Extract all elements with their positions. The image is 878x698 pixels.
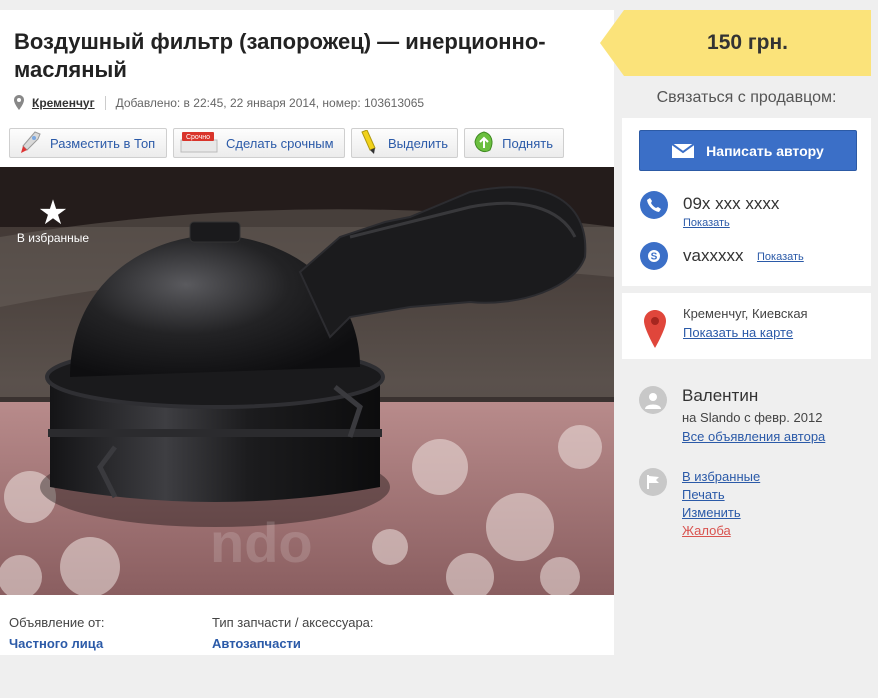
star-icon: ★ xyxy=(37,194,69,232)
price-tag: 150 грн. xyxy=(600,10,871,76)
seller-since: на Slando с февр. 2012 xyxy=(682,410,823,425)
added-info: Добавлено: в 22:45, 22 января 2014, номе… xyxy=(115,95,425,110)
promo-toolbar: Разместить в Топ Срочно Сделать срочным … xyxy=(9,128,564,158)
highlight-button[interactable]: Выделить xyxy=(351,128,458,158)
seller-name: Валентин xyxy=(682,386,759,405)
envelope-icon xyxy=(672,143,695,158)
param-label: Объявление от: xyxy=(9,615,105,630)
location-pin-icon xyxy=(14,95,24,110)
svg-text:S: S xyxy=(651,252,658,263)
ad-main-panel: Воздушный фильтр (запорожец) — инерционн… xyxy=(0,10,614,655)
param-part-type: Тип запчасти / аксессуара: Автозапчасти xyxy=(212,615,415,651)
param-value-link[interactable]: Автозапчасти xyxy=(212,636,415,651)
price-value: 150 грн. xyxy=(707,31,788,54)
photo-favorite-toggle[interactable]: ★ В избранные xyxy=(8,195,98,245)
leaf-up-icon xyxy=(471,130,496,156)
bump-button[interactable]: Поднять xyxy=(464,128,564,158)
promo-label: Разместить в Топ xyxy=(50,135,156,151)
show-on-map-link[interactable]: Показать на карте xyxy=(683,325,793,340)
ad-page: Воздушный фильтр (запорожец) — инерционн… xyxy=(0,0,878,698)
add-to-favorites-link[interactable]: В избранные xyxy=(682,468,760,486)
map-pin-icon xyxy=(644,310,666,353)
write-author-button[interactable]: Написать автору xyxy=(639,130,857,171)
divider xyxy=(104,95,106,110)
watermark: ndo xyxy=(210,511,313,574)
contact-heading: Связаться с продавцом: xyxy=(656,89,837,106)
param-seller-type: Объявление от: Частного лица xyxy=(9,615,212,651)
param-label: Тип запчасти / аксессуара: xyxy=(212,615,374,630)
show-skype-link[interactable]: Показать xyxy=(757,251,804,263)
top-placement-button[interactable]: Разместить в Топ xyxy=(9,128,167,158)
location-card: Кременчуг, Киевская Показать на карте xyxy=(622,293,871,359)
skype-icon: S xyxy=(640,242,668,270)
skype-name: vaxxxxx xyxy=(683,246,744,265)
ad-photo[interactable]: ndo ★ В избранные xyxy=(0,167,614,595)
user-icon xyxy=(645,393,661,409)
seller-card: Валентин на Slando с февр. 2012 Все объя… xyxy=(622,366,871,557)
urgent-badge-icon: Срочно xyxy=(180,130,220,156)
param-value-link[interactable]: Частного лица xyxy=(9,636,212,651)
ad-actions: В избранные Печать Изменить Жалоба xyxy=(682,468,760,540)
all-seller-ads-link[interactable]: Все объявления автора xyxy=(682,429,825,444)
location-text: Кременчуг, Киевская xyxy=(683,306,808,321)
edit-link[interactable]: Изменить xyxy=(682,504,760,522)
write-author-label: Написать автору xyxy=(706,142,824,159)
flag-icon xyxy=(639,468,667,496)
phone-number: 09x xxx xxxx xyxy=(683,194,780,213)
urgent-badge-text: Срочно xyxy=(186,134,210,141)
rocket-icon xyxy=(16,130,44,156)
print-link[interactable]: Печать xyxy=(682,486,760,504)
phone-icon xyxy=(640,191,668,219)
city-link[interactable]: Кременчуг xyxy=(32,96,95,110)
favorite-label: В избранные xyxy=(16,231,90,245)
ad-params: Объявление от: Частного лица Тип запчаст… xyxy=(9,615,415,651)
ad-title: Воздушный фильтр (запорожец) — инерционн… xyxy=(14,29,546,82)
urgent-button[interactable]: Срочно Сделать срочным xyxy=(173,128,345,158)
avatar xyxy=(639,386,667,414)
promo-label: Сделать срочным xyxy=(226,135,334,151)
promo-label: Выделить xyxy=(388,135,448,151)
promo-label: Поднять xyxy=(502,135,553,151)
report-link[interactable]: Жалоба xyxy=(682,522,760,540)
ad-meta: Кременчуг Добавлено: в 22:45, 22 января … xyxy=(14,95,424,110)
highlighter-icon xyxy=(358,130,382,156)
show-phone-link[interactable]: Показать xyxy=(683,217,730,229)
contact-card: Написать автору 09x xxx xxxx Показать S … xyxy=(622,118,871,286)
